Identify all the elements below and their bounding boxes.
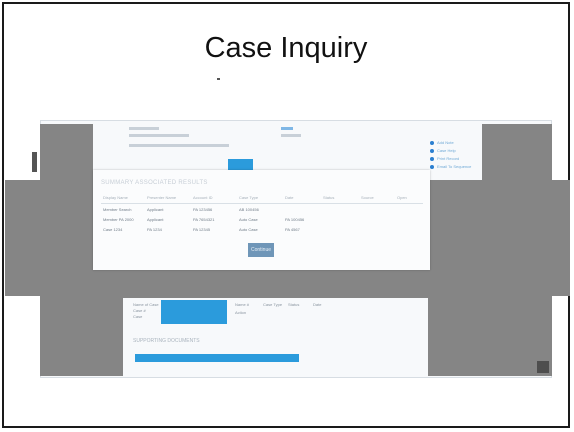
cell: PA 12345 — [193, 227, 211, 232]
field-label: Case # — [133, 308, 146, 313]
field-label: Case — [133, 314, 143, 319]
progress-bar — [135, 354, 299, 362]
side-menu-item[interactable]: Email To Sequence — [430, 164, 471, 169]
field-label: Date — [313, 302, 322, 307]
cell: Member PA 2000 — [103, 217, 134, 222]
field-label: Name # — [235, 302, 250, 307]
column-header: Open — [397, 195, 407, 200]
table-row[interactable]: Member Search Applicant PA 123456 AB 100… — [101, 205, 423, 215]
cell: Case 1234 — [103, 227, 123, 232]
cell: PA 123456 — [193, 207, 213, 212]
slide-title: Case Inquiry — [204, 32, 368, 64]
column-header: Case Type — [239, 195, 259, 200]
overlay-bottom-right — [428, 296, 552, 376]
overlay-bottom-left — [40, 296, 123, 376]
cell: Applicant — [147, 217, 164, 222]
cell: Auto Case — [239, 217, 258, 222]
cell: PA 4567 — [285, 227, 300, 232]
overlay-right — [430, 180, 570, 296]
side-menu-item[interactable]: Print Record — [430, 156, 459, 161]
cell: Member Search — [103, 207, 132, 212]
column-header: Presenter Name — [147, 195, 177, 200]
help-icon — [430, 148, 434, 153]
field-label: Action — [235, 310, 247, 315]
cell: PA 7654321 — [193, 217, 215, 222]
cell: PA 1234 — [147, 227, 162, 232]
column-header: Date — [285, 195, 294, 200]
email-icon — [430, 164, 434, 169]
field-label: Name of Case — [133, 302, 159, 307]
header-line — [129, 144, 229, 147]
section-title: SUPPORTING DOCUMENTS — [133, 338, 200, 344]
header-line — [129, 134, 189, 137]
cursor-mark — [217, 78, 220, 80]
edge-shadow — [32, 152, 37, 172]
continue-button[interactable]: Continue — [248, 243, 274, 257]
column-header: Account ID — [193, 195, 213, 200]
field-label: Case Type — [263, 302, 283, 307]
side-menu-item[interactable]: Case Help — [430, 148, 456, 153]
header-line — [129, 127, 159, 130]
print-icon — [430, 156, 434, 161]
link-line[interactable] — [281, 127, 293, 130]
cell: Auto Case — [239, 227, 258, 232]
highlight-button[interactable] — [228, 159, 253, 170]
side-menu-item[interactable]: Add Note — [430, 140, 454, 145]
cell: PA 100456 — [285, 217, 305, 222]
table-header: Display Name Presenter Name Account ID C… — [101, 194, 423, 204]
table-row[interactable]: Case 1234 PA 1234 PA 12345 Auto Case PA … — [101, 225, 423, 235]
table-row[interactable]: Member PA 2000 Applicant PA 7654321 Auto… — [101, 215, 423, 225]
column-header: Display Name — [103, 195, 128, 200]
cell: Applicant — [147, 207, 164, 212]
cell: AB 100456 — [239, 207, 259, 212]
column-header: Source — [361, 195, 374, 200]
field-label: Status — [288, 302, 300, 307]
overlay-strip — [93, 270, 430, 298]
lower-panel: Name of Case Case # Case Name # Case Typ… — [123, 298, 428, 378]
side-menu: Add Note Case Help Print Record Email To… — [430, 130, 486, 178]
overlay-left-wide — [5, 180, 93, 296]
column-header: Status — [323, 195, 335, 200]
header-line — [281, 134, 301, 137]
modal-title: SUMMARY ASSOCIATED RESULTS — [101, 180, 208, 186]
corner-shadow — [537, 361, 549, 373]
note-icon — [430, 140, 434, 145]
blue-block[interactable] — [161, 300, 227, 324]
